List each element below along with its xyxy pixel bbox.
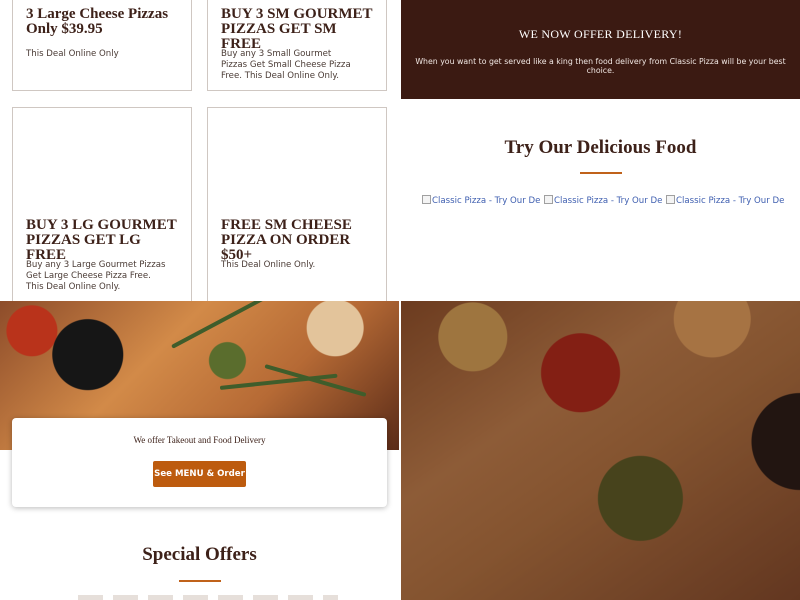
rosemary-stem bbox=[171, 301, 324, 349]
deal-title: BUY 3 SM GOURMET PIZZAS GET SM FREE bbox=[221, 6, 373, 52]
food-image-broken-3[interactable]: Classic Pizza - Try Our Delic bbox=[666, 195, 784, 207]
pizza-background-right bbox=[401, 301, 800, 600]
deal-title: FREE SM CHEESE PIZZA ON ORDER $50+ bbox=[221, 217, 352, 263]
cropped-heading-fragment bbox=[583, 0, 619, 2]
special-offers-preview-fragment bbox=[78, 595, 338, 600]
deal-title: 3 Large Cheese Pizzas Only $39.95 bbox=[26, 6, 169, 37]
deal-title: BUY 3 LG GOURMET PIZZAS GET LG FREE bbox=[26, 217, 177, 263]
deal-description: This Deal Online Only. bbox=[221, 260, 316, 270]
deal-card-large-cheese[interactable]: 3 Large Cheese Pizzas Only $39.95 This D… bbox=[12, 0, 192, 91]
delivery-heading: WE NOW OFFER DELIVERY! bbox=[518, 27, 683, 41]
takeout-text: We offer Takeout and Food Delivery bbox=[133, 435, 266, 445]
deal-card-small-gourmet[interactable]: BUY 3 SM GOURMET PIZZAS GET SM FREE Buy … bbox=[207, 0, 387, 91]
image-alt-text: Classic Pizza - Try Our Delic bbox=[676, 196, 784, 206]
deal-card-free-small-cheese[interactable]: FREE SM CHEESE PIZZA ON ORDER $50+ This … bbox=[207, 107, 387, 303]
broken-image-icon bbox=[422, 195, 431, 204]
delivery-description: When you want to get served like a king … bbox=[415, 57, 786, 75]
broken-image-icon bbox=[544, 195, 553, 204]
takeout-card: We offer Takeout and Food Delivery See M… bbox=[12, 418, 387, 507]
deal-description: This Deal Online Only bbox=[26, 49, 119, 59]
broken-image-icon bbox=[666, 195, 675, 204]
deal-description: Buy any 3 Small Gourmet Pizzas Get Small… bbox=[221, 49, 351, 81]
image-alt-text: Classic Pizza - Try Our Delic bbox=[554, 196, 662, 206]
food-image-broken-2[interactable]: Classic Pizza - Try Our Delic bbox=[544, 195, 662, 207]
deal-description: Buy any 3 Large Gourmet Pizzas Get Large… bbox=[26, 260, 166, 292]
see-menu-order-button[interactable]: See MENU & Order bbox=[153, 461, 246, 487]
deal-card-large-gourmet[interactable]: BUY 3 LG GOURMET PIZZAS GET LG FREE Buy … bbox=[12, 107, 192, 303]
delivery-banner: WE NOW OFFER DELIVERY! When you want to … bbox=[401, 0, 800, 99]
heading-accent-rule bbox=[179, 580, 221, 582]
food-image-broken-1[interactable]: Classic Pizza - Try Our Delic bbox=[422, 195, 540, 207]
image-alt-text: Classic Pizza - Try Our Delic bbox=[432, 196, 540, 206]
special-offers-heading: Special Offers bbox=[142, 544, 257, 565]
food-section-heading: Try Our Delicious Food bbox=[504, 137, 697, 158]
heading-accent-rule bbox=[580, 172, 622, 174]
